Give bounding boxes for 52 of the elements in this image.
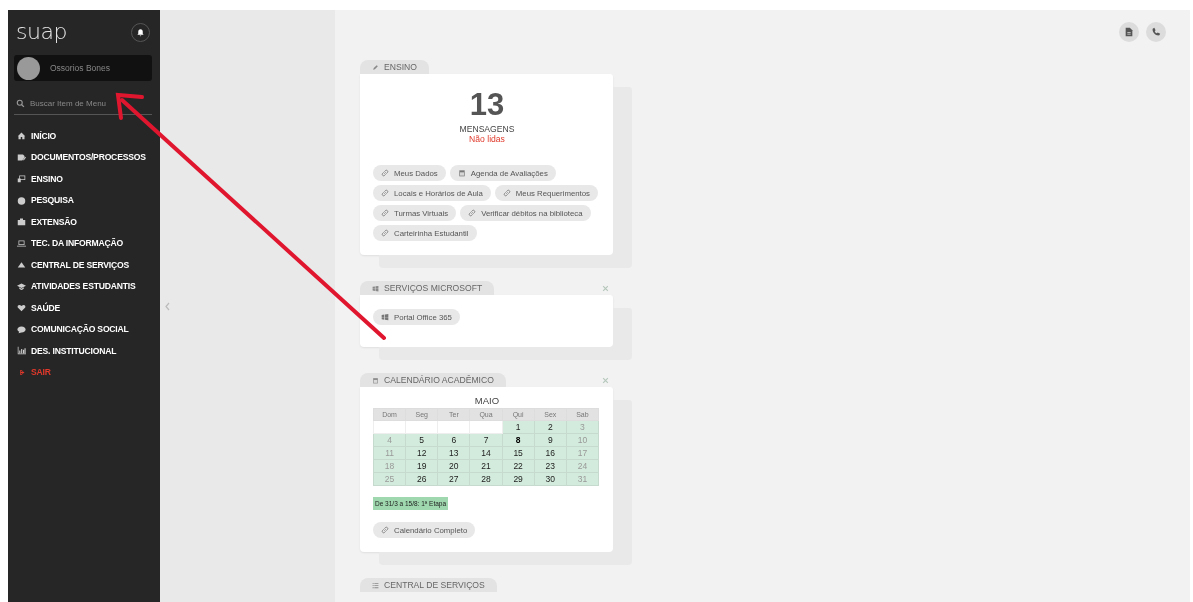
menu-item[interactable]: CENTRAL DE SERVIÇOS (14, 254, 152, 276)
menu-item[interactable]: EXTENSÃO (14, 211, 152, 233)
close-icon (602, 285, 609, 292)
menu-item[interactable]: ENSINO (14, 168, 152, 190)
link-icon (468, 209, 477, 217)
message-count: 13 (469, 88, 505, 122)
document-button[interactable] (1119, 22, 1139, 42)
search-icon (16, 99, 25, 108)
pencil-icon (372, 63, 379, 71)
user-name: Ossorios Bones (50, 63, 110, 73)
graduation-cap-icon (17, 281, 26, 291)
menu-item[interactable]: SAIR (14, 361, 152, 383)
link-icon (381, 209, 389, 217)
heart-icon (17, 303, 26, 313)
triangle-icon (17, 260, 26, 270)
menu-item[interactable]: SAÚDE (14, 297, 152, 319)
phone-button[interactable] (1146, 22, 1166, 42)
phone-icon (1151, 27, 1161, 37)
count-sublabel: Não lidas (469, 134, 505, 144)
briefcase-icon (17, 217, 26, 227)
menu-item[interactable]: DOCUMENTOS/PROCESSOS (14, 146, 152, 168)
menu-item[interactable]: TEC. DA INFORMAÇÃO (14, 232, 152, 254)
list-icon (372, 581, 379, 589)
bell-icon (136, 27, 145, 37)
windows-icon (372, 284, 379, 292)
link-icon (381, 169, 389, 177)
laptop-icon (17, 238, 26, 248)
month-title: MAIO (473, 395, 501, 406)
user-panel[interactable]: Ossorios Bones (14, 55, 152, 81)
bar-chart-icon (17, 346, 26, 356)
house-icon (17, 131, 26, 141)
count-label: MENSAGENS (459, 124, 515, 134)
logout-icon (17, 367, 26, 377)
close-icon (602, 377, 609, 384)
windows-icon (381, 313, 389, 321)
menu-item[interactable]: DES. INSTITUCIONAL (14, 340, 152, 362)
document-icon (17, 152, 26, 162)
menu-item[interactable]: PESQUISA (14, 189, 152, 211)
menu-item[interactable]: ATIVIDADES ESTUDANTIS (14, 275, 152, 297)
menu-item[interactable]: INÍCIO (14, 125, 152, 147)
menu-item[interactable]: COMUNICAÇÃO SOCIAL (14, 318, 152, 340)
calendar-icon (457, 169, 466, 177)
link-icon (381, 526, 389, 534)
search-field[interactable]: Buscar Item de Menu (30, 99, 140, 108)
document-icon (1124, 27, 1134, 37)
link-icon (381, 229, 389, 237)
avatar (17, 56, 40, 80)
logo: suap (16, 20, 67, 44)
link-icon (502, 189, 511, 197)
speech-bubble-icon (17, 324, 26, 334)
calendar-icon (372, 376, 379, 384)
link-icon (381, 189, 389, 197)
